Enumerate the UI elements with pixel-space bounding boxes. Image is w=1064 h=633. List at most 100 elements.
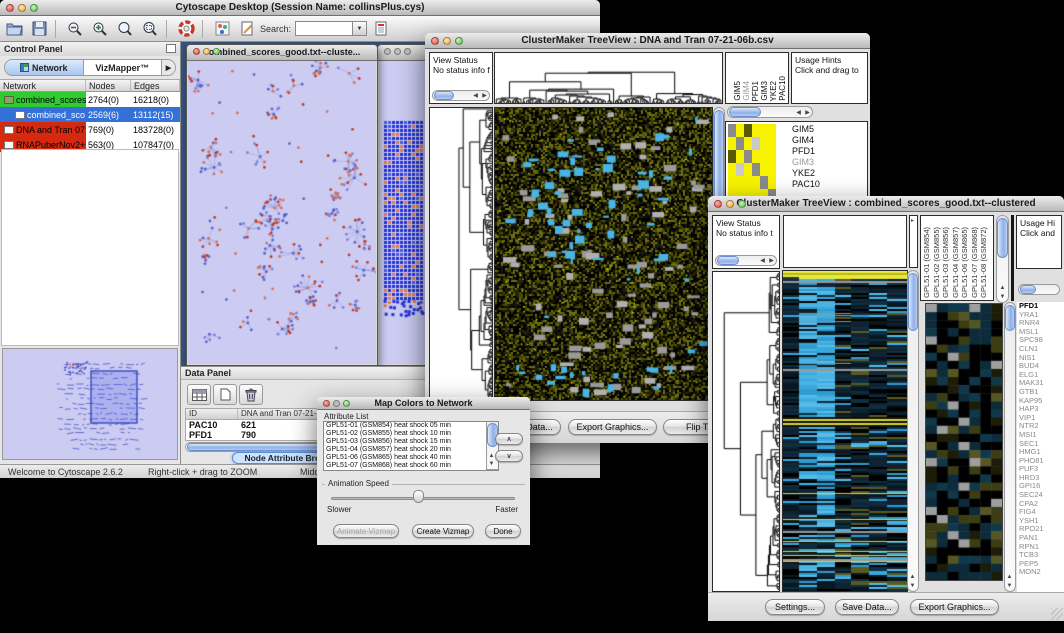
matrix-cell[interactable]: [768, 137, 776, 150]
save-icon[interactable]: [28, 19, 50, 39]
minimize-icon[interactable]: [443, 37, 451, 45]
attribute-list-vscrollbar[interactable]: ▲▼: [486, 422, 498, 470]
zoom-window-icon[interactable]: [30, 4, 38, 12]
search-dropdown-icon[interactable]: ▼: [353, 21, 367, 36]
minimize-icon[interactable]: [726, 200, 734, 208]
matrix-cell[interactable]: [744, 150, 752, 163]
matrix-cell[interactable]: [752, 150, 760, 163]
matrix-cell[interactable]: [728, 150, 736, 163]
network-overview-icon[interactable]: [211, 19, 233, 39]
matrix-cell[interactable]: [752, 137, 760, 150]
close-icon[interactable]: [323, 400, 330, 407]
close-icon[interactable]: [714, 200, 722, 208]
tv1-column-labels[interactable]: GIM5GIM4PFD1GIM3YKE2PAC10: [734, 76, 788, 101]
matrix-cell[interactable]: [736, 124, 744, 137]
minimize-icon[interactable]: [203, 48, 210, 55]
tv2-top-dendrogram-panel[interactable]: [783, 215, 907, 268]
gene-label[interactable]: PFD1: [790, 146, 820, 157]
dense-network-canvas[interactable]: [382, 119, 426, 319]
zoom-window-icon[interactable]: [213, 48, 220, 55]
matrix-cell[interactable]: [752, 124, 760, 137]
close-icon[interactable]: [193, 48, 200, 55]
column-label[interactable]: GPL51-07 (GSM868): [971, 227, 979, 298]
column-label[interactable]: GPL51-08 (GSM872): [980, 227, 988, 298]
zoom-actual-icon[interactable]: [114, 19, 136, 39]
tv2-row-dendrogram[interactable]: [713, 272, 779, 591]
delete-attribute-trash-icon[interactable]: [239, 384, 263, 405]
close-icon[interactable]: [431, 37, 439, 45]
matrix-cell[interactable]: [728, 124, 736, 137]
done-button[interactable]: Done: [485, 524, 521, 538]
gene-label[interactable]: PAC10: [790, 179, 820, 190]
move-up-button[interactable]: ∧: [495, 433, 523, 445]
tv2-zoom-heatmap[interactable]: [926, 304, 1002, 580]
move-down-button[interactable]: ∨: [495, 450, 523, 462]
tv2-splitter[interactable]: ▸: [909, 215, 918, 268]
view-status-hscrollbar[interactable]: ◀▶: [432, 90, 490, 101]
matrix-cell[interactable]: [744, 124, 752, 137]
tv1-correlation-matrix[interactable]: [728, 124, 776, 202]
resize-grip[interactable]: [1051, 608, 1063, 620]
column-label[interactable]: GPL51-06 (GSM865): [961, 227, 969, 298]
column-label[interactable]: GPL51-01 (GSM854): [923, 227, 931, 298]
tv1-labels-hscrollbar[interactable]: ◀▶: [727, 106, 813, 118]
tv1-top-dendrogram[interactable]: [495, 53, 722, 103]
cytoscape-titlebar[interactable]: Cytoscape Desktop (Session Name: collins…: [0, 0, 600, 16]
column-label[interactable]: GPL51-02 (GSM855): [933, 227, 941, 298]
matrix-cell[interactable]: [728, 137, 736, 150]
matrix-cell[interactable]: [760, 137, 768, 150]
tab-vizmapper[interactable]: VizMapper™: [84, 60, 162, 75]
animate-vizmap-button[interactable]: Animate Vizmap: [333, 524, 399, 538]
attribute-item[interactable]: GPL51-02 (GSM855) heat shock 10 min: [324, 430, 498, 438]
zoom-window-icon[interactable]: [343, 400, 350, 407]
search-input[interactable]: [295, 21, 353, 36]
matrix-cell[interactable]: [768, 150, 776, 163]
tv1-heatmap[interactable]: [495, 108, 712, 400]
tv2-labels-vscrollbar[interactable]: ▲▼: [996, 215, 1009, 303]
zoom-window-icon[interactable]: [455, 37, 463, 45]
help-lifesaver-icon[interactable]: [175, 19, 197, 39]
network-row[interactable]: DNA and Tran 07 769(0) 183728(0): [0, 122, 180, 137]
matrix-cell[interactable]: [736, 163, 744, 176]
zoom-in-icon[interactable]: [89, 19, 111, 39]
matrix-cell[interactable]: [728, 176, 736, 189]
network-row[interactable]: combined_scores_ 2764(0) 16218(0): [0, 92, 180, 107]
tv2-heatmap[interactable]: [783, 271, 907, 591]
matrix-cell[interactable]: [744, 176, 752, 189]
matrix-cell[interactable]: [752, 176, 760, 189]
gene-label[interactable]: GIM3: [790, 157, 820, 168]
tv2-export-graphics-button[interactable]: Export Graphics...: [910, 599, 999, 615]
network-birdseye-overview[interactable]: [2, 348, 178, 460]
tv2-gene-vscrollbar[interactable]: ▲▼: [1004, 302, 1016, 592]
network-tree-empty-area[interactable]: [1, 149, 179, 346]
report-icon[interactable]: [370, 19, 392, 39]
matrix-cell[interactable]: [736, 150, 744, 163]
matrix-cell[interactable]: [752, 163, 760, 176]
overview-canvas[interactable]: [3, 349, 177, 459]
matrix-cell[interactable]: [744, 137, 752, 150]
scroll-thumb[interactable]: [997, 218, 1008, 258]
matrix-cell[interactable]: [736, 176, 744, 189]
scroll-thumb[interactable]: [434, 91, 454, 100]
gene-label[interactable]: YKE2: [790, 168, 820, 179]
matrix-cell[interactable]: [760, 150, 768, 163]
column-label[interactable]: PAC10: [779, 76, 787, 101]
gene-label[interactable]: GIM5: [790, 124, 820, 135]
treeview1-titlebar[interactable]: ClusterMaker TreeView : DNA and Tran 07-…: [425, 33, 870, 49]
tab-network[interactable]: Network: [5, 60, 84, 75]
scroll-thumb[interactable]: [717, 256, 739, 265]
minimize-icon[interactable]: [394, 48, 401, 55]
tv1-export-graphics-button[interactable]: Export Graphics...: [568, 419, 657, 435]
tv2-usage-hscrollbar[interactable]: [1018, 284, 1060, 295]
attribute-item[interactable]: GPL51-06 (GSM865) heat shock 40 min: [324, 454, 498, 462]
column-label[interactable]: GIM4: [743, 81, 751, 101]
zoom-fit-icon[interactable]: [139, 19, 161, 39]
zoom-window-icon[interactable]: [404, 48, 411, 55]
zoom-window-icon[interactable]: [738, 200, 746, 208]
attribute-item[interactable]: GPL51-07 (GSM868) heat shock 60 min: [324, 462, 498, 470]
column-label[interactable]: GPL51-03 (GSM856): [942, 227, 950, 298]
attribute-item[interactable]: GPL51-01 (GSM854) heat shock 05 min: [324, 422, 498, 430]
close-icon[interactable]: [6, 4, 14, 12]
matrix-cell[interactable]: [760, 163, 768, 176]
matrix-cell[interactable]: [736, 137, 744, 150]
